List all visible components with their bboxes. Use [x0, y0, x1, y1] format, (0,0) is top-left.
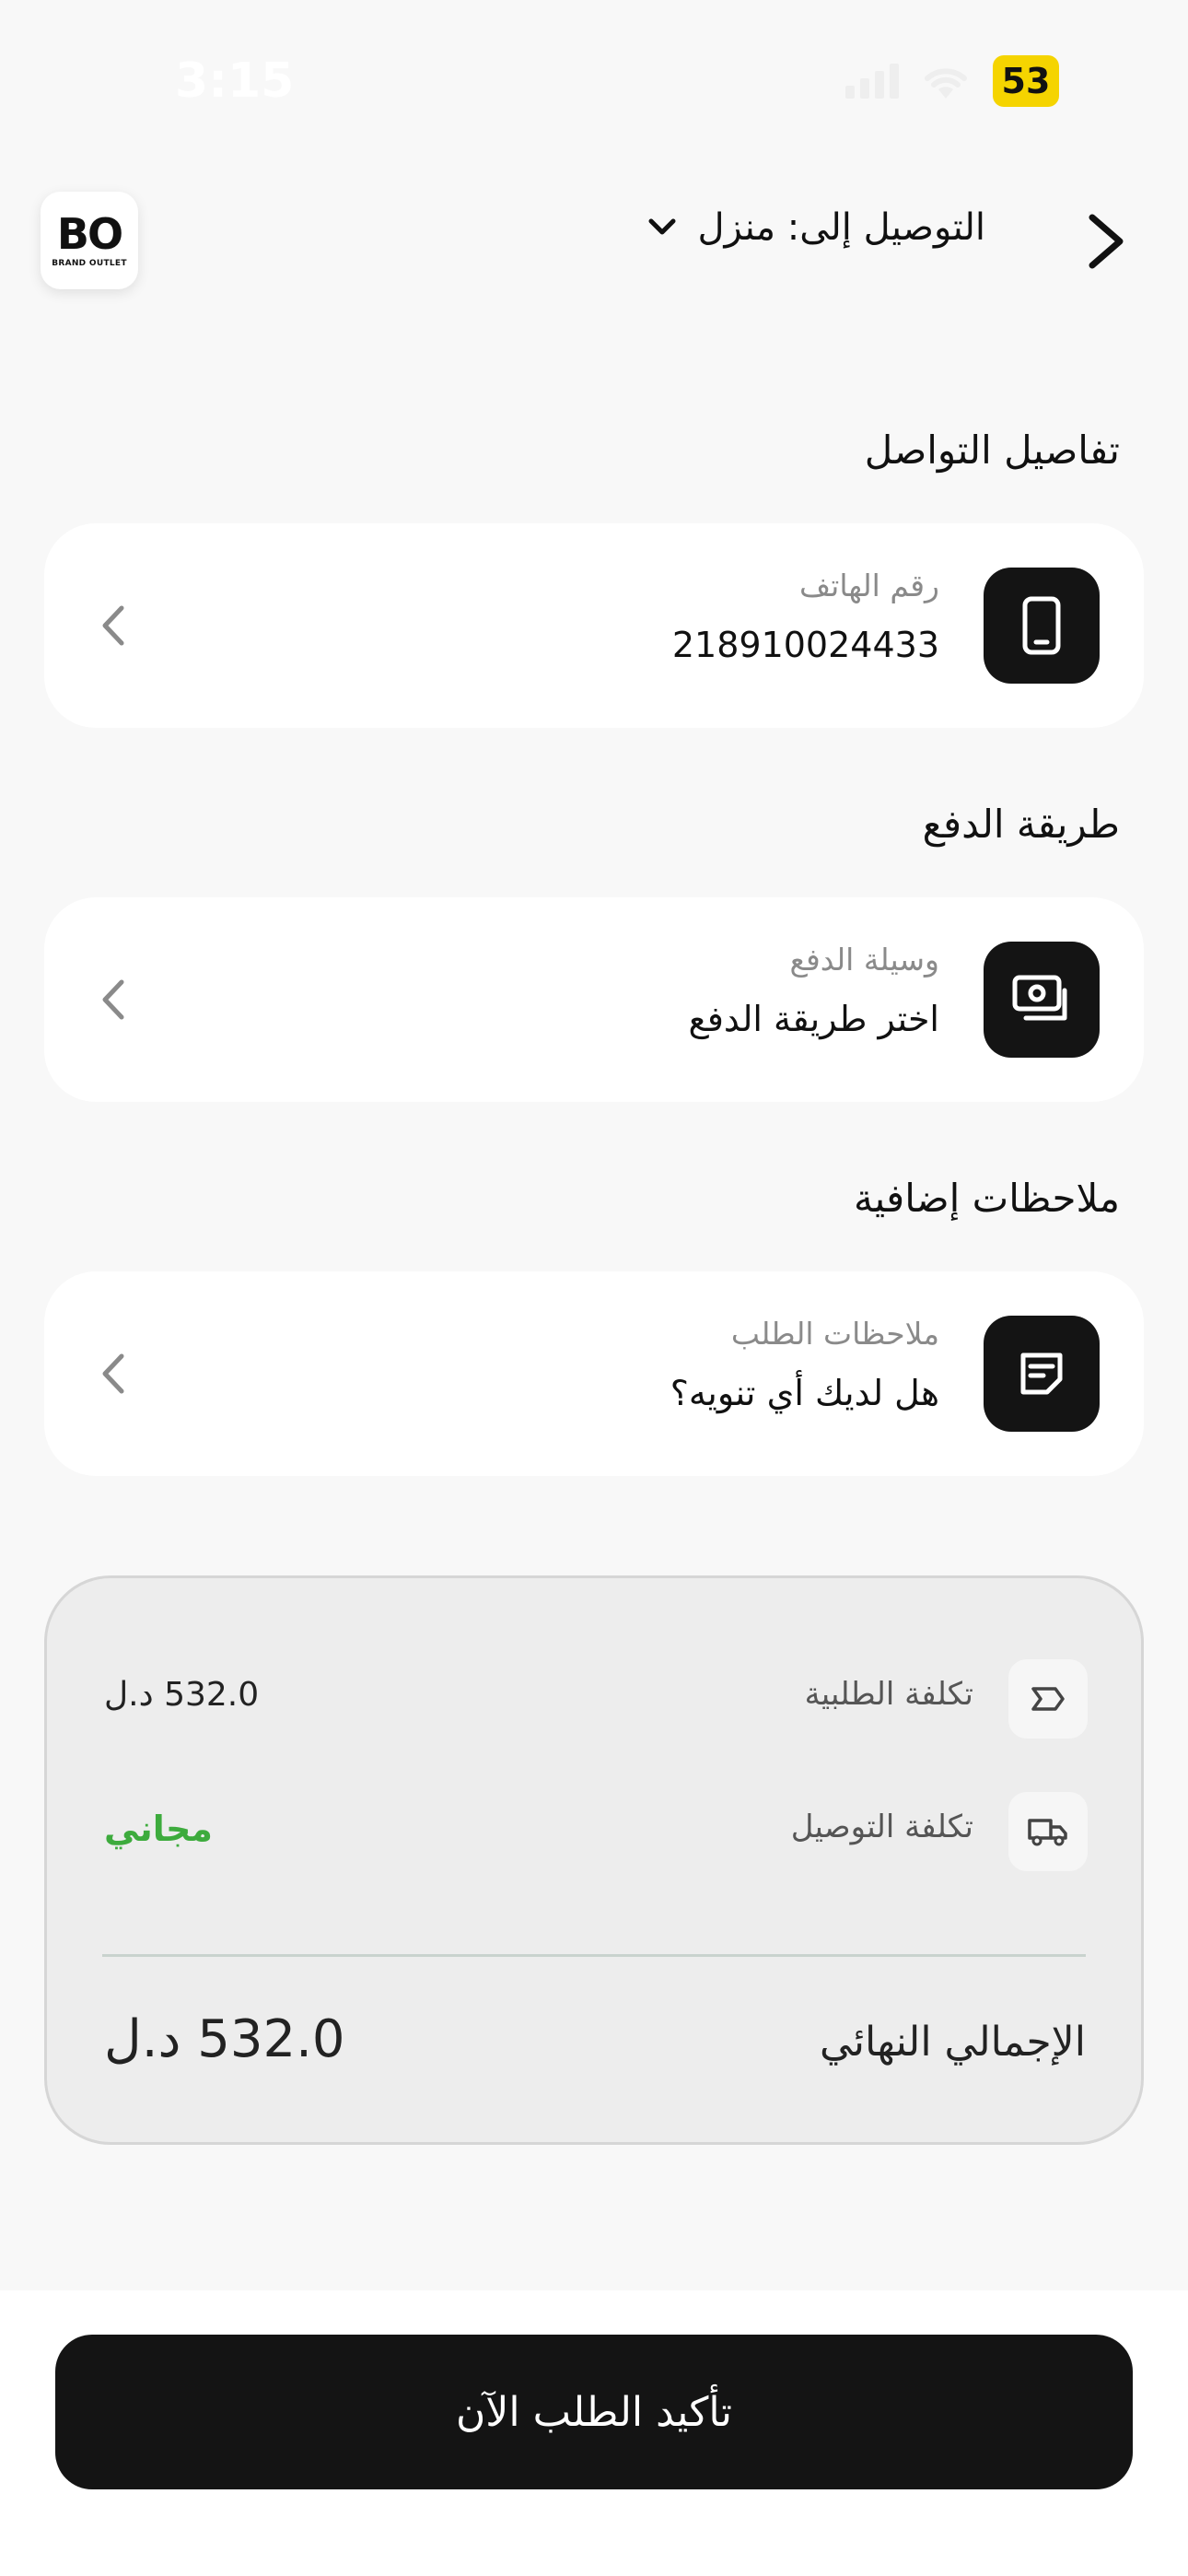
order-summary: تكلفة الطلبية 532.0 د.ل تكلفة التوصيل مج… — [44, 1575, 1144, 2145]
phone-label: رقم الهاتف — [799, 568, 939, 603]
phone-card[interactable]: رقم الهاتف 218910024433 — [44, 523, 1144, 728]
note-icon — [984, 1316, 1100, 1432]
tag-icon — [1008, 1659, 1088, 1739]
order-cost-value: 532.0 د.ل — [104, 1676, 260, 1714]
brand-logo: BO BRAND OUTLET — [41, 192, 138, 289]
truck-icon — [1008, 1792, 1088, 1871]
cash-icon — [984, 942, 1100, 1058]
battery-indicator: 53 — [993, 55, 1059, 107]
delivery-location-selector[interactable]: التوصيل إلى: منزل — [647, 206, 985, 249]
payment-section-title: طريقة الدفع — [922, 802, 1120, 847]
payment-method-card[interactable]: وسيلة الدفع اختر طريقة الدفع — [44, 897, 1144, 1102]
delivery-label: التوصيل إلى: منزل — [697, 206, 985, 249]
confirm-order-button[interactable]: تأكيد الطلب الآن — [55, 2335, 1133, 2489]
chevron-left-icon — [102, 1353, 124, 1394]
delivery-cost-label: تكلفة التوصيل — [790, 1809, 973, 1845]
order-cost-label: تكلفة الطلبية — [804, 1676, 973, 1713]
status-time: 3:15 — [175, 53, 295, 109]
wifi-icon — [925, 68, 967, 99]
contact-section-title: تفاصيل التواصل — [864, 427, 1120, 473]
total-label: الإجمالي النهائي — [820, 2019, 1086, 2066]
logo-text: BO — [56, 209, 123, 259]
signal-icon — [845, 64, 899, 99]
chevron-down-icon — [648, 218, 676, 235]
summary-divider — [102, 1954, 1086, 1957]
phone-icon — [984, 568, 1100, 684]
payment-value: اختر طريقة الدفع — [688, 999, 940, 1039]
notes-label: ملاحظات الطلب — [730, 1316, 939, 1352]
order-notes-card[interactable]: ملاحظات الطلب هل لديك أي تنويه؟ — [44, 1271, 1144, 1476]
order-cost-row: تكلفة الطلبية 532.0 د.ل — [47, 1659, 1141, 1742]
phone-value: 218910024433 — [671, 625, 939, 665]
notes-value: هل لديك أي تنويه؟ — [670, 1373, 939, 1413]
delivery-cost-value: مجاني — [104, 1809, 213, 1849]
total-value: 532.0 د.ل — [104, 2009, 345, 2069]
back-arrow-icon[interactable] — [1077, 208, 1136, 275]
chevron-left-icon — [102, 605, 124, 646]
logo-subtext: BRAND OUTLET — [52, 259, 127, 268]
delivery-cost-row: تكلفة التوصيل مجاني — [47, 1792, 1141, 1875]
payment-label: وسيلة الدفع — [789, 942, 939, 978]
status-icons: 53 — [845, 55, 1059, 107]
bottom-bar: تأكيد الطلب الآن — [0, 2290, 1188, 2576]
notes-section-title: ملاحظات إضافية — [853, 1176, 1120, 1221]
chevron-left-icon — [102, 979, 124, 1020]
